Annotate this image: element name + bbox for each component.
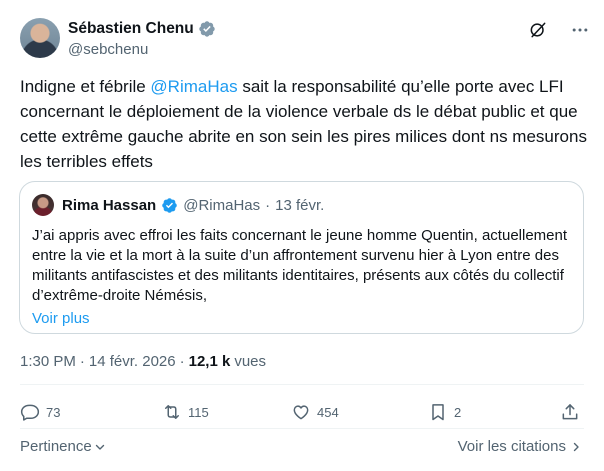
repost-count: 115 bbox=[188, 404, 209, 420]
view-quotes-link[interactable]: Voir les citations bbox=[458, 438, 582, 455]
more-icon[interactable] bbox=[570, 20, 590, 40]
separator-dot: · bbox=[265, 196, 271, 214]
mention-link[interactable]: @RimaHas bbox=[150, 77, 237, 96]
author-avatar[interactable] bbox=[20, 18, 60, 58]
quoted-tweet[interactable]: Rima Hassan @RimaHas · 13 févr. J’ai app… bbox=[19, 181, 584, 334]
share-icon bbox=[560, 402, 580, 422]
chevron-down-icon bbox=[94, 441, 106, 453]
view-quotes-label: Voir les citations bbox=[457, 438, 566, 455]
author-info: Sébastien Chenu @sebchenu bbox=[68, 18, 216, 58]
tweet-text: Indigne et fébrile @RimaHas sait la resp… bbox=[20, 74, 590, 174]
quoted-tweet-date: 13 févr. bbox=[275, 196, 325, 214]
reply-button[interactable]: 73 bbox=[20, 402, 60, 422]
tweet-meta: 1:30 PM · 14 févr. 2026 · 12,1 k vues bbox=[20, 353, 266, 370]
repost-button[interactable]: 115 bbox=[162, 402, 209, 422]
sort-label: Pertinence bbox=[20, 438, 92, 455]
quoted-author-handle: @RimaHas bbox=[183, 196, 261, 214]
tweet-date[interactable]: 14 févr. 2026 bbox=[89, 353, 176, 370]
separator-dot: · bbox=[79, 353, 85, 370]
bookmark-icon bbox=[428, 402, 448, 422]
show-more-link[interactable]: Voir plus bbox=[32, 309, 571, 329]
author-display-name[interactable]: Sébastien Chenu bbox=[68, 20, 194, 38]
quoted-tweet-text: J’ai appris avec effroi les faits concer… bbox=[32, 227, 568, 304]
action-bar: 73 115 454 2 bbox=[20, 402, 584, 426]
tweet-header: Sébastien Chenu @sebchenu bbox=[20, 18, 590, 62]
quoted-tweet-header: Rima Hassan @RimaHas · 13 févr. bbox=[32, 194, 571, 216]
repost-icon bbox=[162, 402, 182, 422]
divider bbox=[20, 384, 584, 385]
quoted-author-avatar bbox=[32, 194, 54, 216]
tweet-text-part: Indigne et fébrile bbox=[20, 77, 151, 96]
separator-dot: · bbox=[179, 353, 185, 370]
header-actions bbox=[528, 20, 590, 40]
like-count: 454 bbox=[317, 404, 339, 420]
verified-badge-icon bbox=[161, 197, 178, 214]
sort-dropdown[interactable]: Pertinence bbox=[20, 438, 106, 455]
tweet-time[interactable]: 1:30 PM bbox=[20, 353, 76, 370]
views-count: 12,1 k bbox=[188, 353, 231, 370]
grok-icon[interactable] bbox=[528, 20, 548, 40]
divider bbox=[20, 428, 584, 429]
views-label: vues bbox=[234, 353, 267, 370]
reply-count: 73 bbox=[46, 404, 61, 420]
heart-icon bbox=[291, 402, 311, 422]
author-handle[interactable]: @sebchenu bbox=[68, 41, 216, 58]
bookmark-count: 2 bbox=[454, 404, 462, 420]
like-button[interactable]: 454 bbox=[291, 402, 339, 422]
quoted-author-name: Rima Hassan bbox=[62, 196, 157, 214]
chevron-right-icon bbox=[570, 441, 582, 453]
verified-badge-icon bbox=[198, 20, 216, 38]
reply-icon bbox=[20, 402, 40, 422]
share-button[interactable] bbox=[560, 402, 580, 422]
bookmark-button[interactable]: 2 bbox=[428, 402, 461, 422]
